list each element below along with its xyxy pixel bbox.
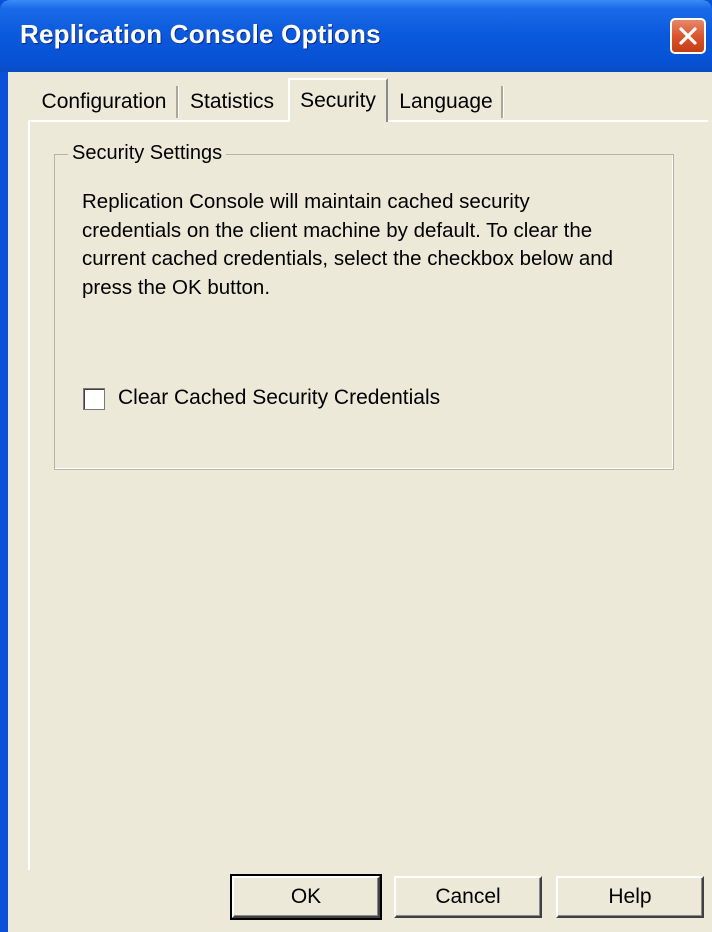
- close-icon: [678, 26, 698, 46]
- tab-label: Language: [399, 90, 493, 113]
- tab-divider: [501, 86, 504, 118]
- tab-label: Statistics: [189, 90, 275, 113]
- dialog-body: Configuration Statistics Security Langua…: [8, 72, 712, 932]
- tab-security[interactable]: Security: [288, 78, 388, 122]
- tab-divider: [176, 86, 179, 118]
- title-bar[interactable]: Replication Console Options: [0, 0, 712, 72]
- close-button[interactable]: [670, 18, 706, 54]
- ok-button[interactable]: OK: [230, 874, 382, 920]
- tab-language[interactable]: Language: [392, 84, 500, 120]
- tab-label: Configuration: [41, 90, 167, 113]
- tab-configuration[interactable]: Configuration: [34, 84, 174, 120]
- clear-credentials-checkbox[interactable]: [83, 388, 105, 410]
- clear-credentials-label[interactable]: Clear Cached Security Credentials: [118, 386, 440, 410]
- ok-button-label: OK: [290, 885, 322, 908]
- help-button-label: Help: [608, 885, 652, 908]
- tab-statistics[interactable]: Statistics: [182, 84, 282, 120]
- tab-label: Security: [300, 89, 376, 112]
- dialog-window: Replication Console Options Configuratio…: [0, 0, 712, 932]
- security-description: Replication Console will maintain cached…: [82, 190, 614, 299]
- window-title: Replication Console Options: [20, 19, 381, 49]
- help-button[interactable]: Help: [556, 876, 704, 918]
- cancel-button[interactable]: Cancel: [394, 876, 542, 918]
- group-label: Security Settings: [68, 142, 227, 165]
- cancel-button-label: Cancel: [435, 885, 501, 908]
